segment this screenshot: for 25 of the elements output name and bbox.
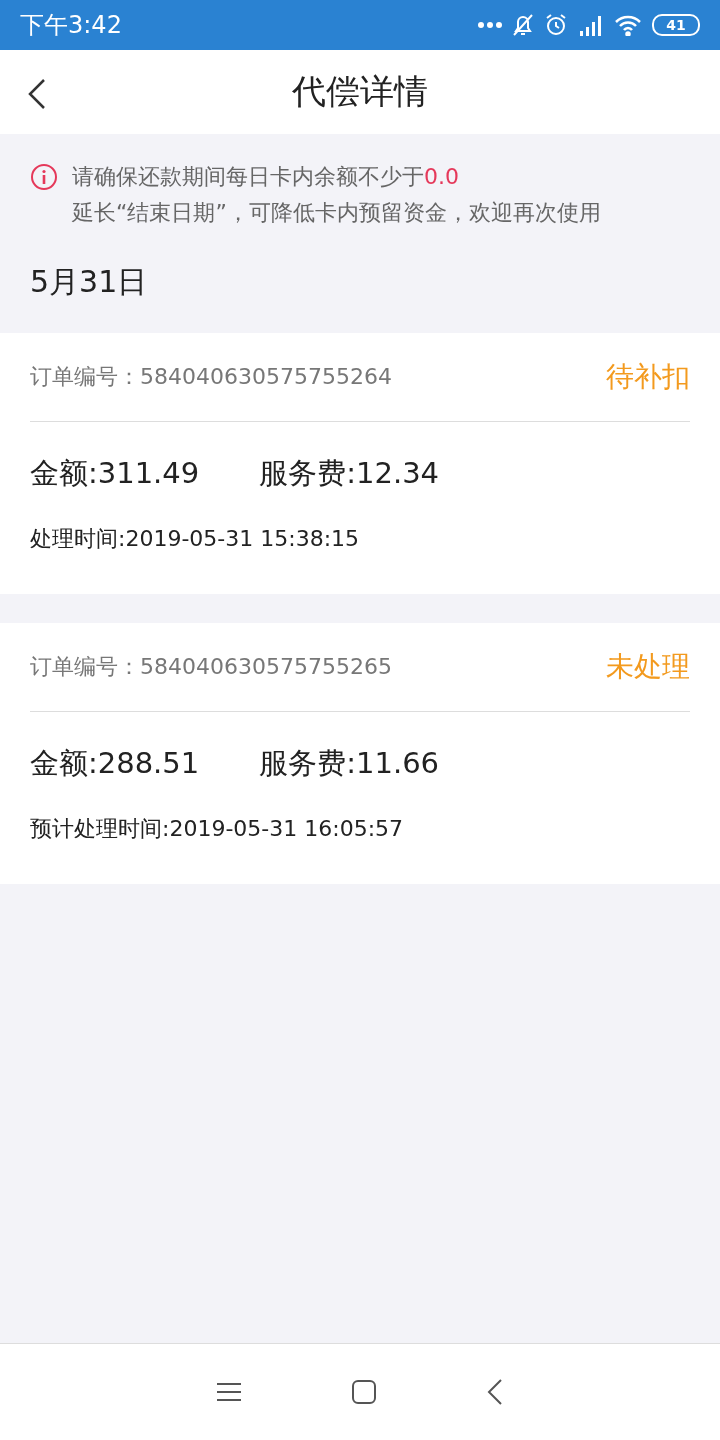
notice-text: 请确保还款期间每日卡内余额不少于0.0: [72, 163, 460, 191]
amount-text: 金额:311.49: [30, 455, 200, 492]
status-time: 下午3:42: [20, 10, 122, 41]
order-number: 订单编号：584040630575755265: [30, 653, 392, 681]
notice-text: 延长“结束日期”，可降低卡内预留资金，欢迎再次使用: [72, 199, 601, 227]
more-dots-icon: [478, 22, 502, 28]
page-title: 代偿详情: [292, 70, 428, 113]
process-time: 处理时间:2019-05-31 15:38:15: [30, 525, 361, 553]
order-status: 未处理: [606, 649, 690, 685]
order-status: 待补扣: [606, 359, 690, 395]
info-icon: [30, 163, 58, 191]
battery-indicator: 41: [652, 14, 700, 36]
signal-icon: [578, 13, 604, 37]
process-time: 预计处理时间:2019-05-31 16:05:57: [30, 815, 405, 843]
fee-text: 服务费:12.34: [259, 455, 440, 492]
back-icon[interactable]: [487, 1378, 503, 1406]
wifi-icon: [614, 14, 642, 36]
home-icon[interactable]: [351, 1379, 377, 1405]
bell-muted-icon: [512, 13, 534, 37]
order-number: 订单编号：584040630575755264: [30, 363, 392, 391]
fee-text: 服务费:11.66: [259, 745, 440, 782]
menu-icon[interactable]: [217, 1382, 241, 1402]
alarm-icon: [544, 13, 568, 37]
date-heading: 5月31日: [29, 263, 149, 301]
amount-text: 金额:288.51: [30, 745, 200, 782]
